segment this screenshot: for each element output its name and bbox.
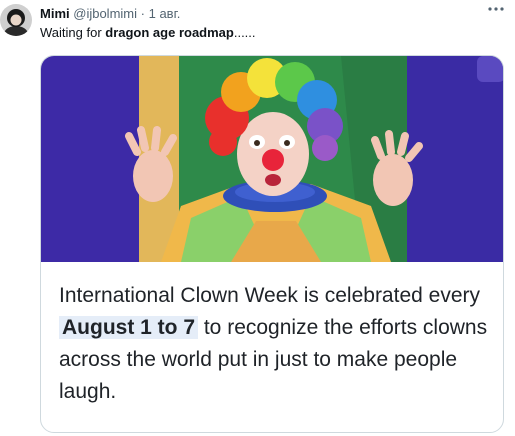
avatar-image xyxy=(0,4,32,36)
clown-photo xyxy=(41,56,503,262)
tweet-timestamp[interactable]: 1 авг. xyxy=(149,6,181,21)
caption-highlight: August 1 to 7 xyxy=(59,316,199,339)
separator-dot: · xyxy=(140,6,145,21)
more-horizontal-icon[interactable] xyxy=(486,3,506,19)
tweet-header: Mimi @ijbolmimi · 1 авг. xyxy=(40,6,180,22)
tweet-text-bold: dragon age roadmap xyxy=(105,25,234,40)
author-name[interactable]: Mimi xyxy=(40,6,70,21)
tweet-text-suffix: ...... xyxy=(233,25,256,40)
author-handle[interactable]: @ijbolmimi xyxy=(73,6,137,21)
tweet-text-prefix: Waiting for xyxy=(40,25,106,40)
author-avatar[interactable] xyxy=(0,4,32,36)
tweet-text: Waiting for dragon age roadmap...... xyxy=(40,25,256,41)
media-caption: International Clown Week is celebrated e… xyxy=(59,280,489,408)
tweet-media-card[interactable]: International Clown Week is celebrated e… xyxy=(40,55,504,433)
caption-before: International Clown Week is celebrated e… xyxy=(59,284,480,307)
